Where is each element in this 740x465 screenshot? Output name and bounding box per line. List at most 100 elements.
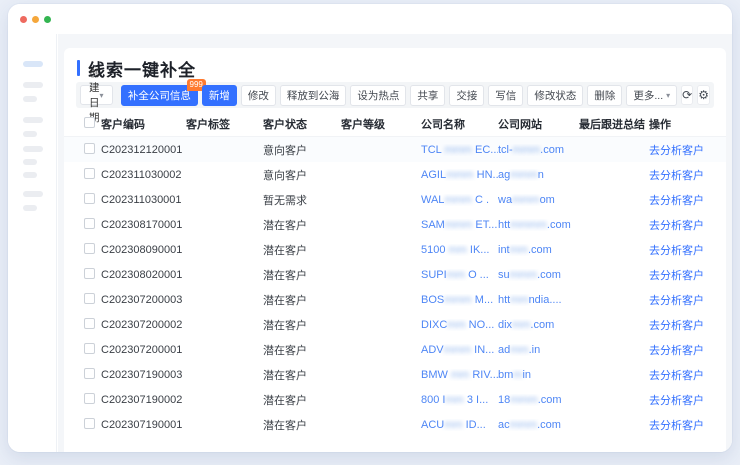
analyze-customer-link[interactable]: 去分析客户 — [649, 320, 704, 332]
column-header-customer-tag: 客户标签 — [186, 116, 263, 132]
toolbar-button-设为热点[interactable]: 设为热点 — [350, 85, 406, 106]
table-row: C202307190002 潜在客户 800 Imm 3 I... 18mmm.… — [64, 387, 726, 412]
redacted-text: mmm — [510, 269, 538, 281]
customer-status-cell: 意向客户 — [263, 142, 341, 158]
toolbar-button-删除[interactable]: 删除 — [587, 85, 622, 106]
analyze-customer-link[interactable]: 去分析客户 — [649, 295, 704, 307]
redacted-text: mmm — [512, 194, 540, 206]
row-checkbox[interactable] — [84, 418, 95, 429]
analyze-customer-link[interactable]: 去分析客户 — [649, 370, 704, 382]
analyze-customer-link[interactable]: 去分析客户 — [649, 395, 704, 407]
sidebar-item[interactable] — [23, 131, 37, 137]
redacted-text: mm — [445, 394, 463, 406]
company-website-link[interactable]: summm.com — [498, 269, 579, 281]
company-name-link[interactable]: 800 Imm 3 I... — [421, 394, 498, 406]
company-name-link[interactable]: BMW mm RIV... — [421, 369, 498, 381]
row-checkbox[interactable] — [84, 368, 95, 379]
company-website-link[interactable]: httmmmm.com — [498, 219, 579, 231]
redacted-text: mmm — [513, 144, 541, 156]
sidebar-item-active[interactable] — [23, 61, 43, 67]
toolbar-button-写信[interactable]: 写信 — [488, 85, 523, 106]
company-website-link[interactable]: admm.in — [498, 344, 579, 356]
create-date-filter[interactable]: 创建日期 ▾ — [80, 85, 113, 105]
company-name-link[interactable]: SAMmmm ET... — [421, 219, 498, 231]
sidebar-item[interactable] — [23, 117, 43, 123]
customer-code-cell: C202311030001 — [101, 194, 186, 206]
maximize-window-button[interactable] — [44, 16, 51, 23]
company-name-link[interactable]: 5100 mm IK... — [421, 244, 498, 256]
row-checkbox[interactable] — [84, 243, 95, 254]
toolbar-button-修改[interactable]: 修改 — [241, 85, 276, 106]
row-checkbox[interactable] — [84, 343, 95, 354]
toolbar-button-修改状态[interactable]: 修改状态 — [527, 85, 583, 106]
customer-code-cell: C202307190002 — [101, 394, 186, 406]
company-name-link[interactable]: BOSmmm M... — [421, 294, 498, 306]
refresh-button[interactable]: ⟳ — [681, 85, 693, 105]
analyze-customer-link[interactable]: 去分析客户 — [649, 170, 704, 182]
company-name-link[interactable]: ACUmm ID... — [421, 419, 498, 431]
column-header-company-website: 公司网站 — [498, 116, 579, 132]
add-new-button[interactable]: 新增 — [202, 85, 237, 106]
company-name-link[interactable]: DIXCmm NO... — [421, 319, 498, 331]
customer-status-cell: 潜在客户 — [263, 417, 341, 433]
more-button[interactable]: 更多... ▾ — [626, 85, 677, 106]
sidebar-item[interactable] — [23, 82, 43, 88]
analyze-customer-link[interactable]: 去分析客户 — [649, 195, 704, 207]
analyze-customer-link[interactable]: 去分析客户 — [649, 245, 704, 257]
customer-code-cell: C202308090001 — [101, 244, 186, 256]
company-website-link[interactable]: acmmm.com — [498, 419, 579, 431]
company-name-link[interactable]: AGILmmm HN... — [421, 169, 498, 181]
sidebar-item[interactable] — [23, 191, 43, 197]
analyze-customer-link[interactable]: 去分析客户 — [649, 220, 704, 232]
company-website-link[interactable]: tcl-mmm.com — [498, 144, 579, 156]
analyze-customer-link[interactable]: 去分析客户 — [649, 345, 704, 357]
toolbar-button-共享[interactable]: 共享 — [410, 85, 445, 106]
toolbar: 创建日期 ▾ 补全公司信息 999 新增 修改释放到公海设为热点共享交接写信修改… — [76, 82, 714, 108]
company-website-link[interactable]: bmmin — [498, 369, 579, 381]
analyze-customer-link[interactable]: 去分析客户 — [649, 145, 704, 157]
chevron-down-icon: ▾ — [100, 91, 104, 100]
sidebar-item[interactable] — [23, 205, 37, 211]
redacted-text: mmm — [444, 344, 472, 356]
row-checkbox[interactable] — [84, 318, 95, 329]
window-titlebar — [8, 4, 732, 34]
sidebar-item[interactable] — [23, 146, 43, 152]
row-checkbox[interactable] — [84, 293, 95, 304]
company-name-link[interactable]: WALmmm C . — [421, 194, 498, 206]
company-website-link[interactable]: httmmndia.... — [498, 294, 579, 306]
company-website-link[interactable]: intmm.com — [498, 244, 579, 256]
redacted-text: mm — [512, 319, 530, 331]
toolbar-button-释放到公海[interactable]: 释放到公海 — [280, 85, 347, 106]
row-checkbox[interactable] — [84, 268, 95, 279]
select-all-checkbox[interactable] — [84, 117, 95, 128]
gear-icon: ⚙ — [698, 88, 709, 102]
customer-status-cell: 意向客户 — [263, 167, 341, 183]
company-website-link[interactable]: agmmmn — [498, 169, 579, 181]
row-checkbox[interactable] — [84, 193, 95, 204]
analyze-customer-link[interactable]: 去分析客户 — [649, 270, 704, 282]
row-checkbox[interactable] — [84, 168, 95, 179]
minimize-window-button[interactable] — [32, 16, 39, 23]
company-website-link[interactable]: 18mmm.com — [498, 394, 579, 406]
row-checkbox[interactable] — [84, 143, 95, 154]
company-name-link[interactable]: ADVmmm IN... — [421, 344, 498, 356]
close-window-button[interactable] — [20, 16, 27, 23]
customer-code-cell: C202307190001 — [101, 419, 186, 431]
customer-status-cell: 潜在客户 — [263, 317, 341, 333]
company-name-link[interactable]: SUPImm O ... — [421, 269, 498, 281]
company-name-link[interactable]: TCL mmm EC... — [421, 144, 498, 156]
company-website-link[interactable]: wammmom — [498, 194, 579, 206]
row-checkbox[interactable] — [84, 393, 95, 404]
toolbar-button-交接[interactable]: 交接 — [449, 85, 484, 106]
sidebar-item[interactable] — [23, 159, 37, 165]
complete-company-info-button[interactable]: 补全公司信息 999 — [121, 85, 198, 106]
row-checkbox[interactable] — [84, 218, 95, 229]
column-header-last-follow-up: 最后跟进总结 — [579, 116, 649, 132]
analyze-customer-link[interactable]: 去分析客户 — [649, 420, 704, 432]
company-website-link[interactable]: dixmm.com — [498, 319, 579, 331]
sidebar-item[interactable] — [23, 172, 37, 178]
settings-button[interactable]: ⚙ — [697, 85, 710, 105]
redacted-text: mm — [449, 244, 467, 256]
table-row: C202307190003 潜在客户 BMW mm RIV... bmmin 去… — [64, 362, 726, 387]
sidebar-item[interactable] — [23, 96, 37, 102]
